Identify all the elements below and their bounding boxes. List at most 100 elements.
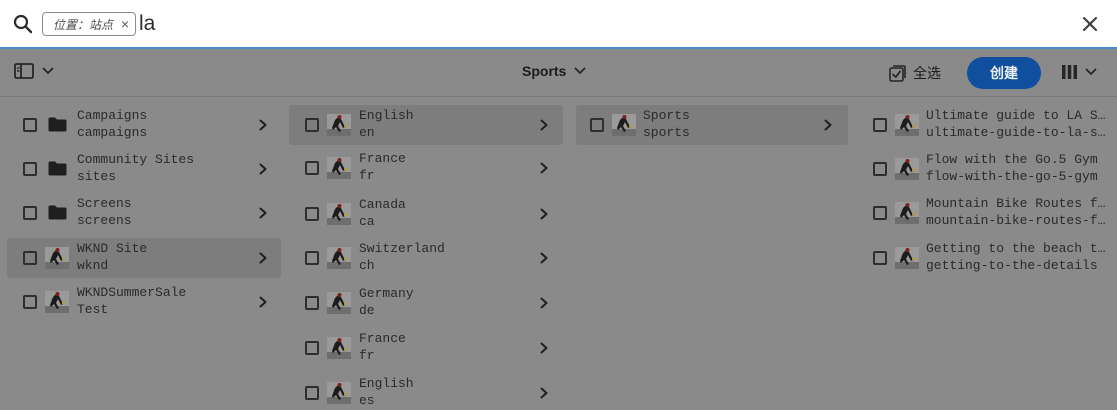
page-thumbnail-icon [612, 114, 636, 136]
item-name: mountain-bike-routes-for-beginners [926, 213, 1108, 228]
item-name: fr [359, 168, 375, 183]
list-item[interactable]: Flow with the Go.5 Gym flow-with-the-go-5… [862, 149, 1117, 189]
column-english: Sports sports [576, 97, 848, 410]
list-item[interactable]: Switzerland ch [289, 238, 563, 278]
chevron-right-icon [259, 252, 267, 264]
list-item[interactable]: Community Sites sites [7, 149, 281, 189]
chevron-right-icon [540, 387, 548, 399]
item-name: ca [359, 214, 375, 229]
row-checkbox[interactable] [23, 295, 37, 309]
create-button[interactable]: 创建 [967, 57, 1041, 89]
list-item[interactable]: Germany de [289, 283, 563, 323]
search-input[interactable] [139, 9, 1019, 39]
folder-icon [48, 205, 67, 220]
select-all-button[interactable]: 全选 [889, 63, 941, 83]
item-name: ultimate-guide-to-la-surfing [926, 125, 1108, 140]
list-item[interactable]: Sports sports [576, 105, 848, 145]
list-item[interactable]: English en [289, 105, 563, 145]
breadcrumb-label: Sports [522, 63, 567, 79]
item-name: ch [359, 258, 375, 273]
chevron-right-icon [259, 119, 267, 131]
location-filter-label: 位置：站点 [53, 17, 114, 32]
page-thumbnail-icon [327, 157, 351, 179]
item-title: Ultimate guide to LA Surfing [926, 108, 1108, 123]
list-item[interactable]: Canada ca [289, 194, 563, 234]
item-title: English [359, 108, 414, 123]
row-checkbox[interactable] [23, 251, 37, 265]
folder-icon [48, 117, 67, 132]
row-checkbox[interactable] [305, 118, 319, 132]
row-checkbox[interactable] [305, 251, 319, 265]
item-name: screens [77, 213, 132, 228]
page-thumbnail-icon [327, 337, 351, 359]
page-thumbnail-icon [45, 247, 69, 269]
page-thumbnail-icon [895, 114, 919, 136]
item-title: Getting to the beach the details [926, 241, 1108, 256]
item-title: Germany [359, 286, 414, 301]
row-checkbox[interactable] [23, 118, 37, 132]
page-thumbnail-icon [327, 292, 351, 314]
item-title: Flow with the Go.5 Gym [926, 152, 1098, 167]
row-checkbox[interactable] [305, 386, 319, 400]
page-thumbnail-icon [327, 114, 351, 136]
close-icon[interactable] [1079, 13, 1101, 35]
chevron-right-icon [540, 297, 548, 309]
chevron-right-icon [540, 208, 548, 220]
list-item[interactable]: Ultimate guide to LA Surfing ultimate-gui… [862, 105, 1117, 145]
page-thumbnail-icon [327, 247, 351, 269]
row-checkbox[interactable] [305, 296, 319, 310]
item-title: WKNDSummerSale [77, 285, 187, 300]
item-name: de [359, 303, 375, 318]
rail-toggle-button[interactable] [14, 63, 54, 79]
row-checkbox[interactable] [590, 118, 604, 132]
row-checkbox[interactable] [873, 162, 887, 176]
chevron-down-icon [1085, 68, 1097, 75]
item-name: es [359, 393, 375, 408]
view-switcher-button[interactable] [1061, 64, 1097, 80]
item-title: Campaigns [77, 108, 148, 123]
item-title: English [359, 376, 414, 391]
chevron-right-icon [259, 207, 267, 219]
breadcrumb[interactable]: Sports [522, 63, 586, 79]
chevron-down-icon [42, 67, 54, 74]
search-bar: 位置：站点 × [0, 0, 1117, 49]
select-all-icon [889, 64, 906, 82]
item-title: Mountain Bike Routes for Beginners [926, 196, 1108, 211]
row-checkbox[interactable] [305, 341, 319, 355]
list-item[interactable]: WKNDSummerSale Test [7, 282, 281, 322]
chevron-right-icon [540, 119, 548, 131]
location-filter-tag[interactable]: 位置：站点 × [42, 12, 137, 36]
list-item[interactable]: WKND Site wknd [7, 238, 281, 278]
item-title: Canada [359, 197, 406, 212]
item-name: flow-with-the-go-5-gym [926, 169, 1098, 184]
row-checkbox[interactable] [873, 251, 887, 265]
column-sites-root: Campaigns campaigns Community Sites sites Sc… [7, 97, 281, 410]
list-item[interactable]: Campaigns campaigns [7, 105, 281, 145]
row-checkbox[interactable] [305, 161, 319, 175]
item-name: Test [77, 302, 109, 317]
remove-tag-icon[interactable]: × [121, 16, 129, 32]
list-item[interactable]: France fr [289, 328, 563, 368]
list-item[interactable]: Screens screens [7, 193, 281, 233]
column-view-icon [1062, 65, 1077, 79]
list-item[interactable]: Mountain Bike Routes for Beginners mounta… [862, 193, 1117, 233]
row-checkbox[interactable] [305, 207, 319, 221]
row-checkbox[interactable] [23, 206, 37, 220]
row-checkbox[interactable] [873, 206, 887, 220]
item-name: sports [643, 125, 690, 140]
chevron-down-icon [574, 67, 586, 74]
select-all-label: 全选 [913, 65, 941, 81]
page-thumbnail-icon [45, 291, 69, 313]
item-title: Switzerland [359, 241, 445, 256]
item-title: France [359, 331, 406, 346]
list-item[interactable]: France fr [289, 148, 563, 188]
chevron-right-icon [540, 162, 548, 174]
page-thumbnail-icon [895, 158, 919, 180]
chevron-right-icon [259, 296, 267, 308]
row-checkbox[interactable] [23, 162, 37, 176]
page-thumbnail-icon [327, 203, 351, 225]
list-item[interactable]: Getting to the beach the details getting-… [862, 238, 1117, 278]
row-checkbox[interactable] [873, 118, 887, 132]
list-item[interactable]: English es [289, 373, 563, 410]
toolbar: Sports 全选 创建 [0, 49, 1117, 97]
